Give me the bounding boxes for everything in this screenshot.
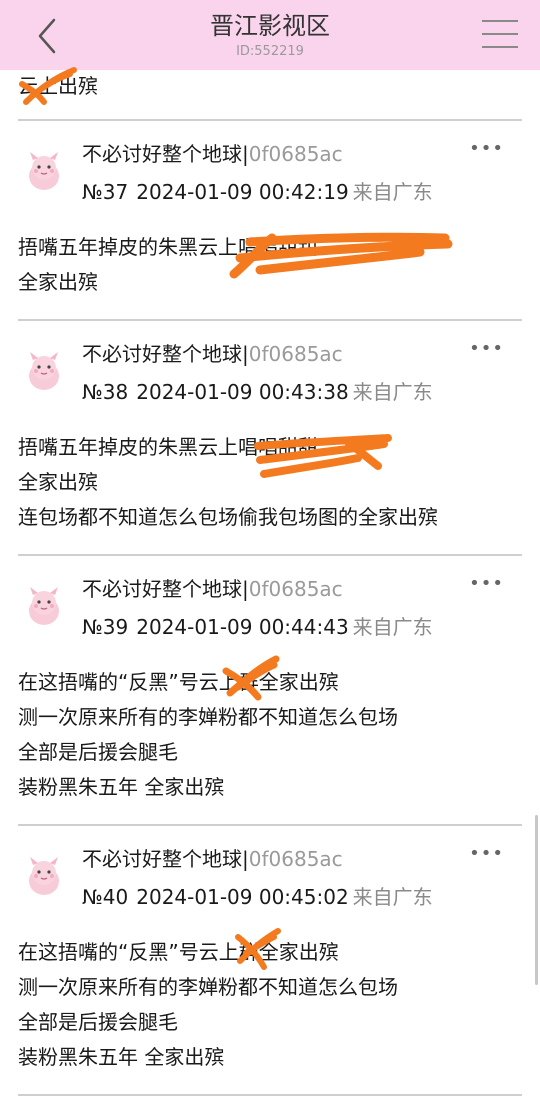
more-options-icon[interactable]: ••• bbox=[469, 575, 504, 593]
avatar[interactable] bbox=[20, 146, 68, 194]
floor-number: №37 bbox=[82, 180, 129, 204]
post-datetime: 2024-01-09 00:42:19 bbox=[136, 180, 349, 204]
floor-number: №40 bbox=[82, 885, 129, 909]
divider bbox=[18, 319, 522, 321]
post-datetime: 2024-01-09 00:44:43 bbox=[136, 615, 349, 639]
post-author[interactable]: 不必讨好整个地球|0f0685ac bbox=[82, 340, 343, 368]
divider bbox=[18, 119, 522, 121]
forum-id: ID:552219 bbox=[236, 44, 304, 59]
divider bbox=[18, 554, 522, 556]
post-location: 来自广东 bbox=[352, 615, 433, 639]
divider bbox=[18, 1094, 522, 1096]
post-datetime: 2024-01-09 00:43:38 bbox=[136, 380, 349, 404]
post-meta: №38 2024-01-09 00:43:38 来自广东 bbox=[82, 378, 433, 406]
post-content: 在这捂嘴的“反黑”号云上群全家出殡 测一次原来所有的李婵粉都不知道怎么包场 全部… bbox=[18, 940, 398, 1069]
post-location: 来自广东 bbox=[352, 180, 433, 204]
top-nav-bar: 晋江影视区 ID:552219 bbox=[0, 0, 540, 70]
scrollbar[interactable] bbox=[535, 815, 538, 985]
more-options-icon[interactable]: ••• bbox=[469, 140, 504, 158]
menu-icon[interactable] bbox=[482, 20, 518, 52]
floor-number: №38 bbox=[82, 380, 129, 404]
post-meta: №39 2024-01-09 00:44:43 来自广东 bbox=[82, 613, 433, 641]
post-location: 来自广东 bbox=[352, 885, 433, 909]
floor-number: №39 bbox=[82, 615, 129, 639]
post-datetime: 2024-01-09 00:45:02 bbox=[136, 885, 349, 909]
more-options-icon[interactable]: ••• bbox=[469, 845, 504, 863]
post-meta: №40 2024-01-09 00:45:02 来自广东 bbox=[82, 883, 433, 911]
page-title: 晋江影视区 bbox=[210, 12, 330, 40]
post-location: 来自广东 bbox=[352, 380, 433, 404]
avatar[interactable] bbox=[20, 581, 68, 629]
post-content: 捂嘴五年掉皮的朱黑云上唱唱甜甜 全家出殡 bbox=[18, 235, 318, 294]
post-content: 在这捂嘴的“反黑”号云上群全家出殡 测一次原来所有的李婵粉都不知道怎么包场 全部… bbox=[18, 670, 398, 799]
divider bbox=[18, 824, 522, 826]
post-content: 捂嘴五年掉皮的朱黑云上唱唱甜甜 全家出殡 连包场都不知道怎么包场偷我包场图的全家… bbox=[18, 435, 438, 529]
post-author[interactable]: 不必讨好整个地球|0f0685ac bbox=[82, 845, 343, 873]
avatar[interactable] bbox=[20, 851, 68, 899]
post-author[interactable]: 不必讨好整个地球|0f0685ac bbox=[82, 575, 343, 603]
previous-post-content: 云上出殡 bbox=[18, 74, 98, 98]
avatar[interactable] bbox=[20, 346, 68, 394]
post-meta: №37 2024-01-09 00:42:19 来自广东 bbox=[82, 178, 433, 206]
post-author[interactable]: 不必讨好整个地球|0f0685ac bbox=[82, 140, 343, 168]
more-options-icon[interactable]: ••• bbox=[469, 340, 504, 358]
